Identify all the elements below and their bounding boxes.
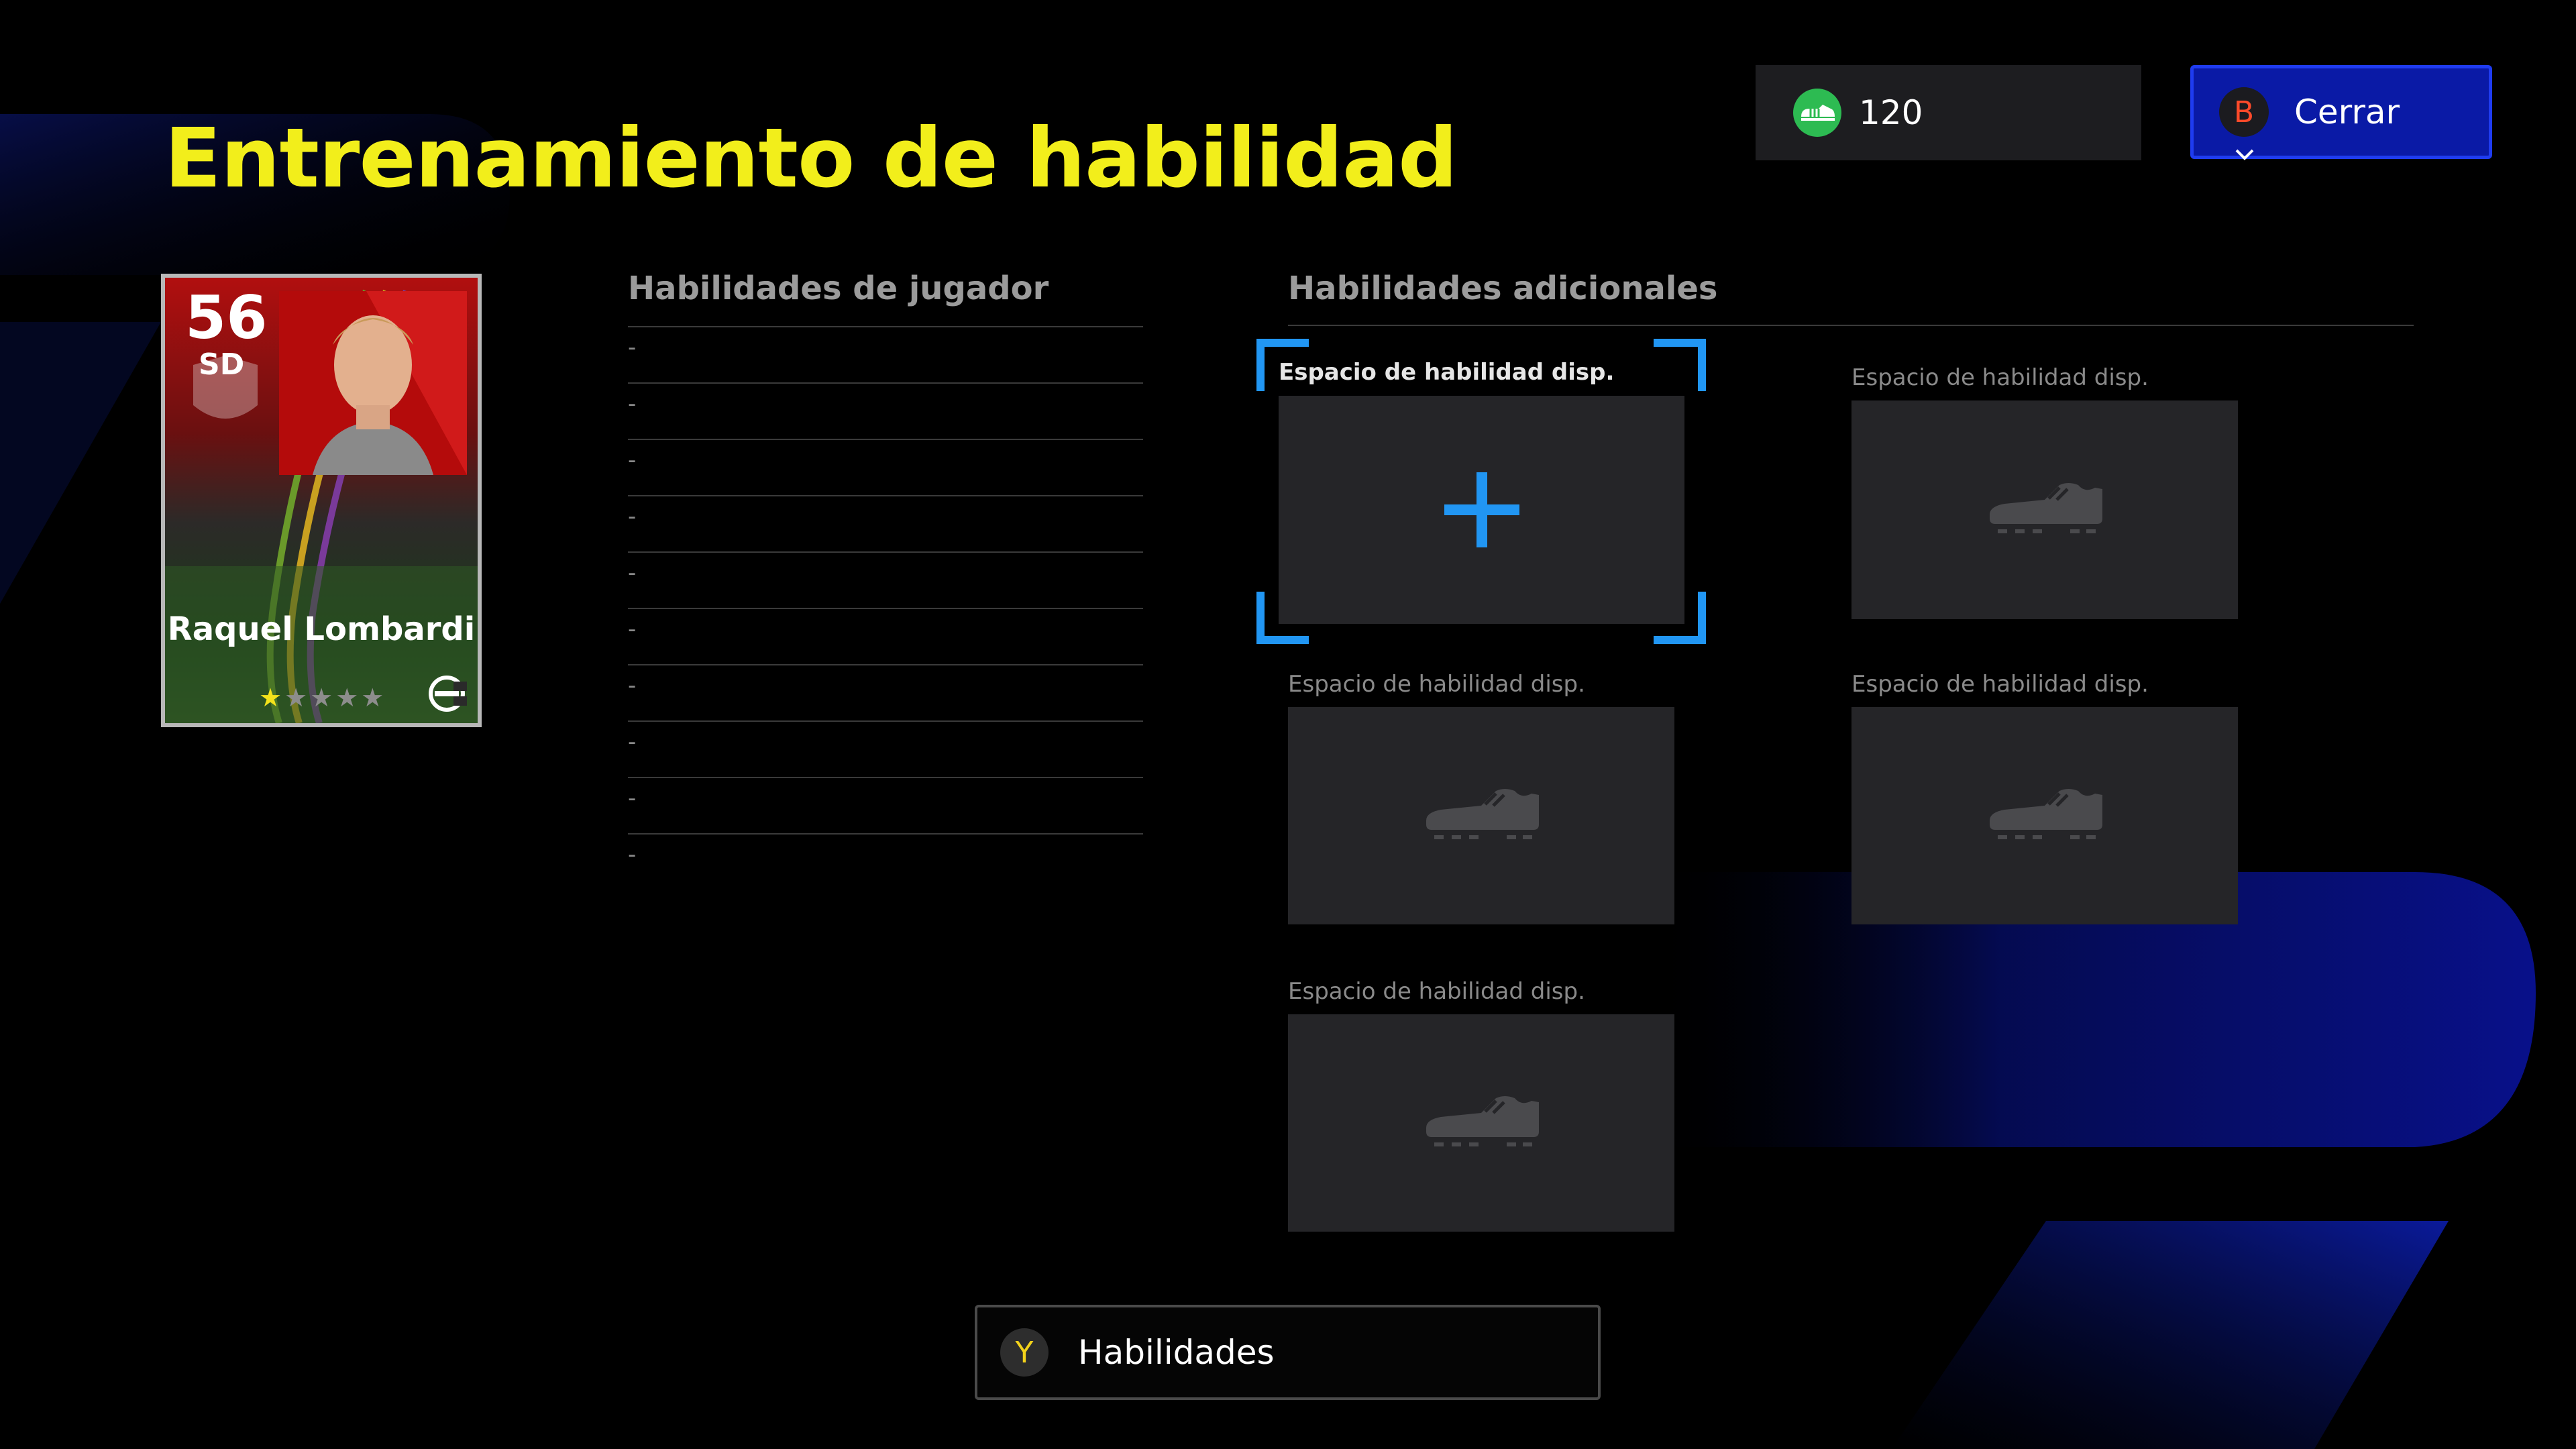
additional-skills-divider [1288, 325, 2414, 326]
habilidades-button[interactable]: Y Habilidades [975, 1305, 1601, 1400]
b-button-letter: B [2233, 95, 2255, 129]
list-item: - [628, 778, 1143, 835]
list-item: - [628, 665, 1143, 722]
skill-points-display: 120 [1756, 65, 2141, 160]
skill-slot-5[interactable]: Espacio de habilidad disp. [1288, 978, 1674, 1232]
player-star-rating: ★★★★★ [259, 683, 386, 712]
close-button-label: Cerrar [2294, 93, 2400, 131]
skill-slot-box [1851, 707, 2238, 924]
list-item: - [628, 841, 637, 868]
skill-slot-label: Espacio de habilidad disp. [1288, 978, 1585, 1005]
player-skills-header: Habilidades de jugador [628, 270, 1049, 307]
player-name: Raquel Lombardi [167, 610, 476, 648]
skill-slot-box [1288, 707, 1674, 924]
star-empty: ★★★★ [284, 683, 387, 712]
selection-corner [1654, 339, 1706, 391]
skill-slot-box [1279, 396, 1684, 624]
page-title: Entrenamiento de habilidad [164, 111, 1458, 206]
football-boot-icon [1426, 1096, 1539, 1146]
skill-slot-4[interactable]: Espacio de habilidad disp. [1851, 671, 2238, 924]
efootball-logo-icon [429, 676, 467, 712]
star-filled: ★ [259, 683, 285, 712]
football-boot-icon [1990, 483, 2102, 533]
b-button-icon: B [2219, 87, 2269, 160]
list-item: - [628, 384, 1143, 440]
plus-icon [1444, 472, 1519, 547]
skill-slot-1[interactable]: Espacio de habilidad disp. [1256, 339, 1706, 644]
skill-points-icon [1793, 89, 1841, 137]
skill-slot-label: Espacio de habilidad disp. [1279, 359, 1615, 386]
skill-slot-box [1851, 400, 2238, 619]
skill-slot-box [1288, 1014, 1674, 1232]
skill-slot-label: Espacio de habilidad disp. [1851, 364, 2149, 391]
player-skills-list: - - - - - - - - - - [628, 326, 1143, 890]
skill-slot-3[interactable]: Espacio de habilidad disp. [1288, 671, 1674, 924]
additional-skills-header: Habilidades adicionales [1288, 270, 1718, 307]
list-item: - [628, 722, 1143, 778]
player-card[interactable]: 56 SD Raquel Lombardi ★★★★★ [161, 274, 482, 727]
skill-slot-2[interactable]: Espacio de habilidad disp. [1851, 364, 2238, 619]
list-item: - [628, 553, 1143, 609]
skill-slot-label: Espacio de habilidad disp. [1288, 671, 1585, 698]
list-item: - [628, 440, 1143, 496]
player-rating: 56 [185, 283, 268, 352]
football-boot-icon [1426, 789, 1539, 839]
y-button-icon: Y [1000, 1328, 1049, 1377]
player-position: SD [199, 347, 245, 382]
skill-slot-label: Espacio de habilidad disp. [1851, 671, 2149, 698]
chevron-down-icon [2235, 149, 2254, 160]
football-boot-icon [1990, 789, 2102, 839]
close-button[interactable]: B Cerrar [2190, 65, 2492, 160]
list-item: - [628, 327, 1143, 384]
list-item: - [628, 496, 1143, 553]
habilidades-button-label: Habilidades [1078, 1333, 1275, 1372]
list-item: - [628, 609, 1143, 665]
skill-points-value: 120 [1859, 93, 1923, 132]
